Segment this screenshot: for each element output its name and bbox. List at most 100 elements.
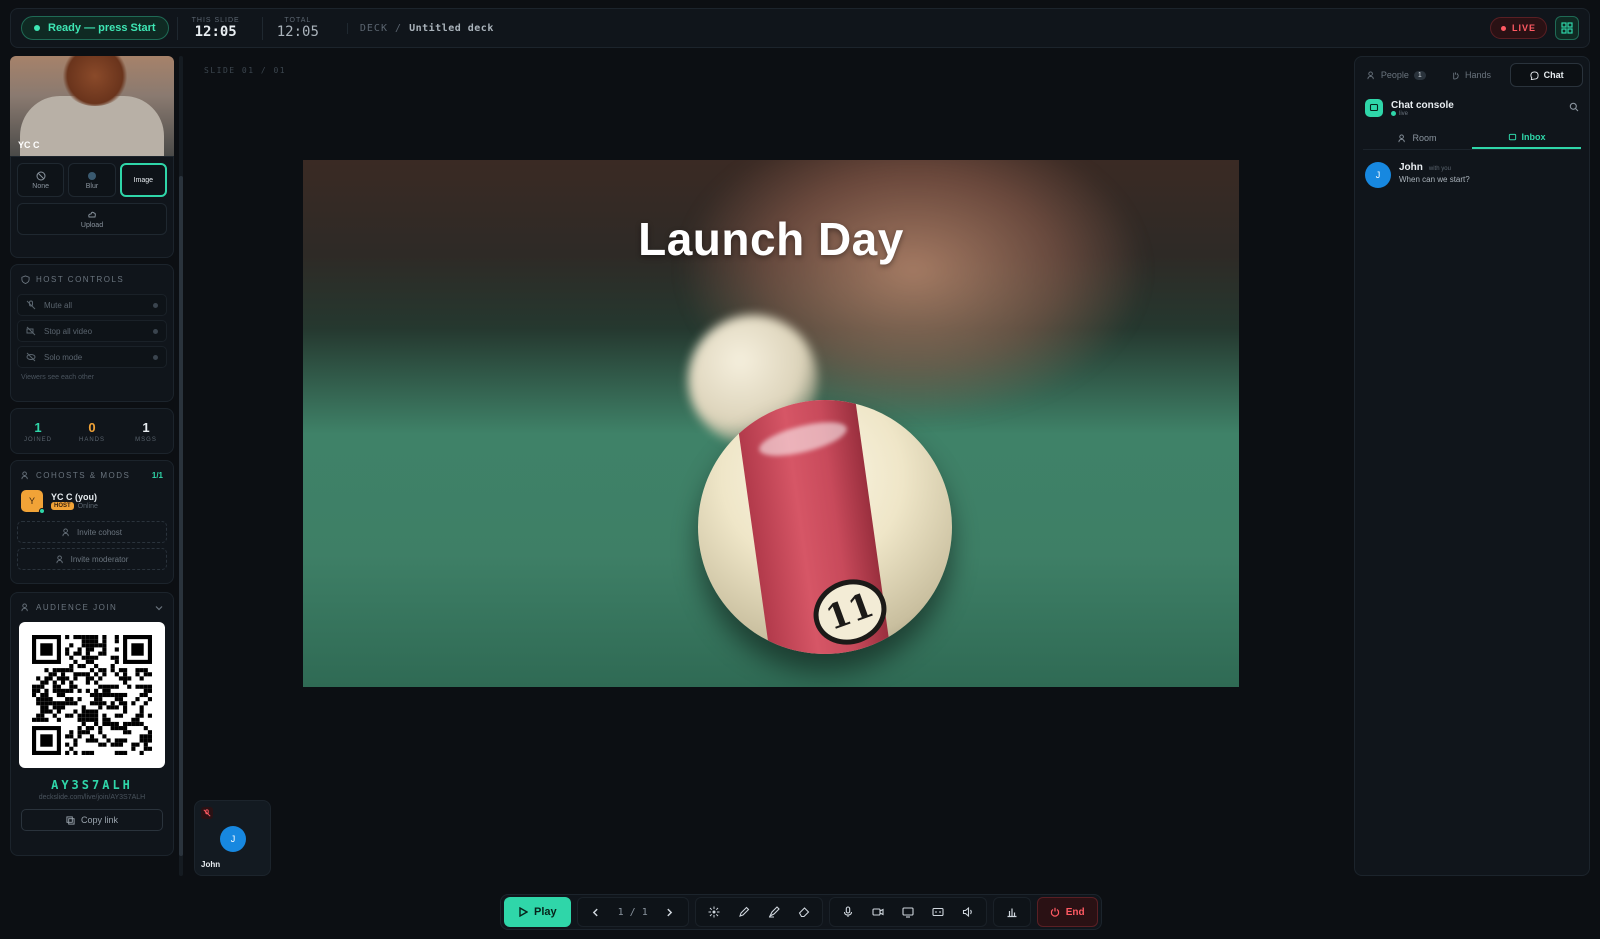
stat-value: 1	[34, 419, 42, 435]
people-icon	[1367, 70, 1374, 79]
people-icon	[21, 471, 28, 480]
next-slide-button[interactable]	[656, 899, 684, 925]
avatar: J	[1365, 162, 1391, 188]
stat-msgs: 1 MSGS	[119, 409, 173, 453]
captions-icon	[932, 907, 944, 917]
end-label: End	[1065, 906, 1085, 918]
stop-all-video-toggle[interactable]: Stop all video	[17, 320, 167, 342]
copy-link-button[interactable]: Copy link	[21, 809, 163, 831]
cohosts-header: COHOSTS & MODS 1/1	[11, 461, 173, 486]
invite-cohost-button[interactable]: Invite cohost	[17, 521, 167, 543]
this-slide-timer: THIS SLIDE 12:05	[176, 16, 254, 40]
layout-grid-button[interactable]	[1555, 16, 1579, 40]
slide-canvas[interactable]: 11 Launch Day	[303, 160, 1239, 687]
prev-slide-button[interactable]	[582, 899, 610, 925]
toggle-indicator	[153, 354, 158, 360]
slide-title[interactable]: Launch Day	[303, 212, 1239, 266]
subtab-room[interactable]: Room	[1363, 127, 1472, 149]
mic-icon	[843, 906, 852, 917]
captions-button[interactable]	[924, 899, 952, 925]
toggle-indicator	[153, 328, 158, 334]
audience-join-header[interactable]: AUDIENCE JOIN	[11, 593, 173, 618]
control-label: Mute all	[44, 300, 73, 310]
play-button[interactable]: Play	[504, 897, 571, 927]
highlighter-button[interactable]	[760, 899, 788, 925]
status-pill[interactable]: Ready — press Start	[21, 16, 169, 40]
upload-background-button[interactable]: Upload	[17, 203, 167, 235]
tab-chat[interactable]: Chat	[1510, 63, 1584, 87]
bg-option-label: Blur	[85, 182, 99, 190]
media-group	[828, 897, 987, 927]
bg-option-label: None	[32, 182, 50, 190]
chat-message[interactable]: J John with you When can we start?	[1355, 150, 1589, 200]
people-count-badge: 1	[1413, 70, 1426, 80]
chat-console-status: live	[1399, 110, 1409, 117]
chat-search-button[interactable]	[1569, 99, 1579, 117]
invite-cohost-label: Invite cohost	[77, 527, 122, 537]
control-label: Stop all video	[44, 326, 93, 336]
bg-option-none[interactable]: None	[17, 163, 65, 197]
end-session-button[interactable]: End	[1036, 897, 1098, 927]
chat-icon	[1369, 103, 1379, 112]
mic-button[interactable]	[834, 899, 862, 925]
volume-icon	[962, 906, 972, 918]
analytics-group	[992, 897, 1031, 927]
subtab-inbox[interactable]: Inbox	[1472, 127, 1581, 149]
bg-option-image[interactable]: Image	[119, 163, 168, 197]
people-icon	[21, 603, 28, 612]
deck-breadcrumb: DECK / Untitled deck	[346, 22, 494, 34]
mute-all-toggle[interactable]: Mute all	[17, 294, 167, 316]
slide-image-billiard-ball: 11	[698, 400, 952, 654]
bar-chart-icon	[1007, 908, 1017, 918]
cohosts-panel: COHOSTS & MODS 1/1 Y YC C (you) HOST Onl…	[10, 460, 174, 584]
people-icon	[1398, 133, 1406, 142]
member-row[interactable]: Y YC C (you) HOST Online	[11, 486, 173, 516]
participant-name: John	[201, 860, 221, 869]
bg-option-blur[interactable]: Blur	[68, 163, 116, 197]
left-panel-scrollbar[interactable]	[179, 56, 183, 876]
participant-tile[interactable]: J John	[194, 800, 271, 876]
power-icon	[1050, 907, 1059, 917]
eraser-button[interactable]	[790, 899, 818, 925]
grid-icon	[1561, 22, 1573, 34]
this-slide-time: 12:05	[194, 23, 237, 40]
chat-subtabs: Room Inbox	[1363, 127, 1581, 150]
poll-results-button[interactable]	[998, 899, 1026, 925]
stat-value: 0	[88, 419, 96, 435]
laser-pointer-button[interactable]	[700, 899, 728, 925]
this-slide-label: THIS SLIDE	[191, 16, 240, 24]
camera-button[interactable]	[864, 899, 892, 925]
user-plus-icon	[56, 554, 63, 563]
stat-joined: 1 JOINED	[11, 409, 65, 453]
solo-mode-toggle[interactable]: Solo mode	[17, 346, 167, 368]
top-bar: Ready — press Start THIS SLIDE 12:05 TOT…	[10, 8, 1590, 48]
tab-people[interactable]: People 1	[1361, 63, 1432, 87]
volume-button[interactable]	[954, 899, 982, 925]
tab-hands[interactable]: Hands	[1436, 63, 1507, 87]
pen-button[interactable]	[730, 899, 758, 925]
total-time: 12:05	[276, 23, 319, 40]
screen-share-icon	[902, 907, 914, 918]
screen-share-button[interactable]	[894, 899, 922, 925]
deck-label: DECK	[359, 22, 388, 34]
copy-link-label: Copy link	[80, 815, 118, 825]
live-badge[interactable]: LIVE	[1489, 17, 1547, 39]
mic-off-icon	[26, 300, 36, 310]
qr-code-icon	[32, 635, 152, 755]
laser-icon	[708, 906, 720, 918]
shield-icon	[21, 275, 30, 284]
participant-mic-status	[201, 807, 213, 819]
invite-moderator-button[interactable]: Invite moderator	[17, 548, 167, 570]
audience-join-panel: AUDIENCE JOIN AY3S7ALH deckslide.com/liv…	[10, 592, 174, 856]
camera-name: YC C	[18, 140, 40, 150]
host-controls-panel: HOST CONTROLS Mute all Stop all video So…	[10, 264, 174, 402]
bottom-toolbar: Play 1 / 1 End	[500, 894, 1102, 930]
left-panel: YC C None Blur Image Upload HOST CONTROL…	[8, 56, 176, 876]
stat-label: HANDS	[78, 436, 105, 443]
scrollbar-thumb[interactable]	[179, 176, 183, 856]
play-icon	[519, 907, 528, 917]
control-label: Solo mode	[44, 352, 83, 362]
deck-name[interactable]: Untitled deck	[409, 23, 494, 34]
chat-icon	[1530, 70, 1539, 80]
total-label: TOTAL	[284, 16, 312, 24]
